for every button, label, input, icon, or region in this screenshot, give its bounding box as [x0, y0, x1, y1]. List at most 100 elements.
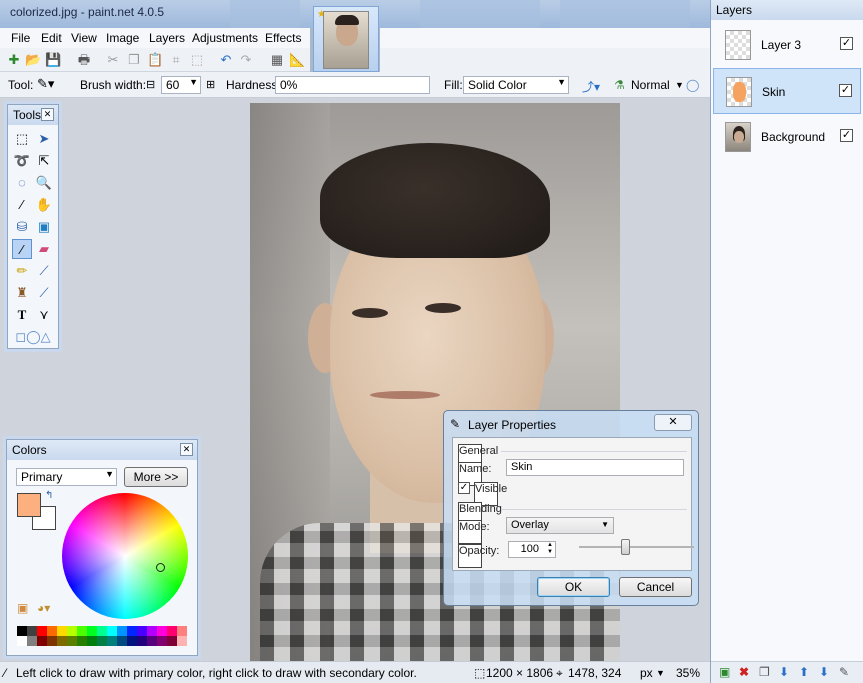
- brush-width-combo[interactable]: 60 ▼: [161, 76, 201, 94]
- alpha-blending-icon[interactable]: ◯: [686, 78, 699, 92]
- paintbrush-tool-icon[interactable]: ✎▾: [37, 76, 54, 92]
- save-icon[interactable]: 💾: [45, 52, 61, 68]
- antialiasing-icon[interactable]: ⤴▾: [582, 78, 600, 95]
- increase-width-icon[interactable]: ⊞: [206, 78, 215, 91]
- layer-name: Skin: [762, 85, 786, 99]
- color-picker-icon[interactable]: ⟋: [34, 261, 54, 281]
- units-selector[interactable]: px: [640, 666, 653, 680]
- move-selected-icon[interactable]: ➤: [34, 129, 54, 149]
- new-image-icon[interactable]: ✚: [6, 52, 22, 68]
- blend-mode-value[interactable]: Normal: [631, 78, 670, 92]
- add-layer-icon[interactable]: ▣: [719, 665, 730, 679]
- close-icon[interactable]: ✕: [654, 414, 692, 431]
- menu-layers[interactable]: Layers: [149, 31, 185, 45]
- color-mode-combo[interactable]: Primary ▼: [16, 468, 117, 486]
- lasso-select-icon[interactable]: ➰: [12, 151, 32, 171]
- image-size: 1200 × 1806: [486, 666, 554, 680]
- eraser-icon[interactable]: ▰: [34, 239, 54, 259]
- rectangle-select-icon[interactable]: ⬚: [12, 129, 32, 149]
- close-icon[interactable]: ✕: [180, 443, 193, 456]
- magic-wand-icon[interactable]: ⁄: [12, 195, 32, 215]
- hardness-input[interactable]: 0%: [275, 76, 430, 94]
- shapes-icon[interactable]: ◻◯△: [12, 327, 54, 347]
- layers-toolbar: ▣ ✖ ❐ ⬇ ⬆ ⬇ ✎: [711, 661, 863, 683]
- chevron-down-icon[interactable]: ▼: [675, 80, 684, 90]
- layer-visible-checkbox[interactable]: ✓: [839, 84, 852, 97]
- color-wheel[interactable]: [62, 493, 188, 619]
- blend-mode-select-value: Overlay: [511, 519, 549, 531]
- move-layer-down-icon[interactable]: ⬇: [819, 665, 829, 679]
- deselect-icon[interactable]: ⬚: [189, 52, 205, 68]
- layer-properties-icon[interactable]: ✎: [839, 665, 849, 679]
- more-colors-button[interactable]: More >>: [124, 467, 188, 487]
- zoom-level[interactable]: 35%: [676, 666, 700, 680]
- move-layer-up-icon[interactable]: ⬆: [799, 665, 809, 679]
- colors-panel-title: Colors: [12, 443, 47, 457]
- cursor-position-icon: ⌖: [556, 666, 563, 680]
- ellipse-select-icon[interactable]: ◌: [12, 173, 32, 193]
- dialog-body: General Name: Skin ✓ Visible Blending Mo…: [452, 437, 694, 571]
- close-icon[interactable]: ✕: [41, 108, 54, 121]
- undo-icon[interactable]: ↶: [218, 52, 234, 68]
- image-tab-thumbnail[interactable]: ★: [313, 6, 379, 72]
- copy-icon[interactable]: ❐: [126, 52, 142, 68]
- menu-image[interactable]: Image: [106, 31, 139, 45]
- opacity-slider[interactable]: [579, 539, 694, 555]
- menu-edit[interactable]: Edit: [41, 31, 62, 45]
- layer-name-input[interactable]: Skin: [506, 459, 684, 476]
- primary-color-swatch[interactable]: [17, 493, 41, 517]
- opacity-input[interactable]: 100 ▲ ▼: [508, 541, 556, 558]
- pan-icon[interactable]: ✋: [34, 195, 54, 215]
- delete-layer-icon[interactable]: ✖: [739, 665, 749, 679]
- duplicate-layer-icon[interactable]: ❐: [759, 665, 770, 679]
- recolor-icon[interactable]: ⟋: [34, 283, 54, 303]
- layer-row-skin[interactable]: Skin ✓: [713, 68, 861, 114]
- zoom-icon[interactable]: 🔍: [34, 173, 54, 193]
- paste-icon[interactable]: 📋: [147, 52, 163, 68]
- brush-width-label: Brush width:: [80, 78, 147, 92]
- palette-icon[interactable]: ◕▾: [37, 601, 50, 615]
- visible-checkbox[interactable]: ✓: [458, 482, 470, 494]
- grid-icon[interactable]: ▦: [269, 52, 285, 68]
- menu-adjustments[interactable]: Adjustments: [192, 31, 258, 45]
- merge-layer-icon[interactable]: ⬇: [779, 665, 789, 679]
- chevron-down-icon[interactable]: ▼: [656, 668, 665, 678]
- color-palette[interactable]: [17, 626, 187, 646]
- open-icon[interactable]: 📂: [25, 52, 41, 68]
- status-hint: Left click to draw with primary color, r…: [16, 666, 417, 680]
- fill-combo[interactable]: Solid Color ▼: [463, 76, 569, 94]
- ruler-icon[interactable]: 📐: [289, 52, 305, 68]
- opacity-slider-handle[interactable]: [621, 539, 630, 555]
- add-color-icon[interactable]: ▣: [17, 601, 28, 615]
- menu-view[interactable]: View: [71, 31, 97, 45]
- crop-icon[interactable]: ⌗: [168, 52, 184, 68]
- paint-bucket-icon[interactable]: ⛁: [12, 217, 32, 237]
- redo-icon[interactable]: ↷: [238, 52, 254, 68]
- ok-button[interactable]: OK: [537, 577, 610, 597]
- colors-panel-header: Colors ✕: [7, 440, 197, 460]
- swap-colors-icon[interactable]: ↰: [45, 490, 53, 501]
- layer-visible-checkbox[interactable]: ✓: [840, 129, 853, 142]
- opacity-spinner-icon[interactable]: ▲ ▼: [547, 542, 553, 556]
- cancel-button[interactable]: Cancel: [619, 577, 692, 597]
- color-wheel-pointer[interactable]: [156, 563, 165, 572]
- text-icon[interactable]: T: [12, 305, 32, 325]
- layer-row-background[interactable]: Background ✓: [713, 114, 861, 160]
- layers-panel-header: Layers: [711, 0, 863, 20]
- menu-file[interactable]: File: [11, 31, 30, 45]
- menu-effects[interactable]: Effects: [265, 31, 301, 45]
- cut-icon[interactable]: ✂: [105, 52, 121, 68]
- print-icon[interactable]: 🖶: [76, 52, 92, 68]
- line-curve-icon[interactable]: ⋎: [34, 305, 54, 325]
- pencil-icon[interactable]: ✏: [12, 261, 32, 281]
- move-selection-icon[interactable]: ⇱: [34, 151, 54, 171]
- clone-stamp-icon[interactable]: ♜: [12, 283, 32, 303]
- main-toolbar-right: [380, 48, 710, 72]
- layer-thumbnail: [726, 77, 752, 107]
- blend-mode-select[interactable]: Overlay ▼: [506, 517, 614, 534]
- paintbrush-icon[interactable]: ⁄: [12, 239, 32, 259]
- decrease-width-icon[interactable]: ⊟: [146, 78, 155, 91]
- layer-visible-checkbox[interactable]: ✓: [840, 37, 853, 50]
- gradient-icon[interactable]: ▣: [34, 217, 54, 237]
- layer-row-layer-3[interactable]: Layer 3 ✓: [713, 22, 861, 68]
